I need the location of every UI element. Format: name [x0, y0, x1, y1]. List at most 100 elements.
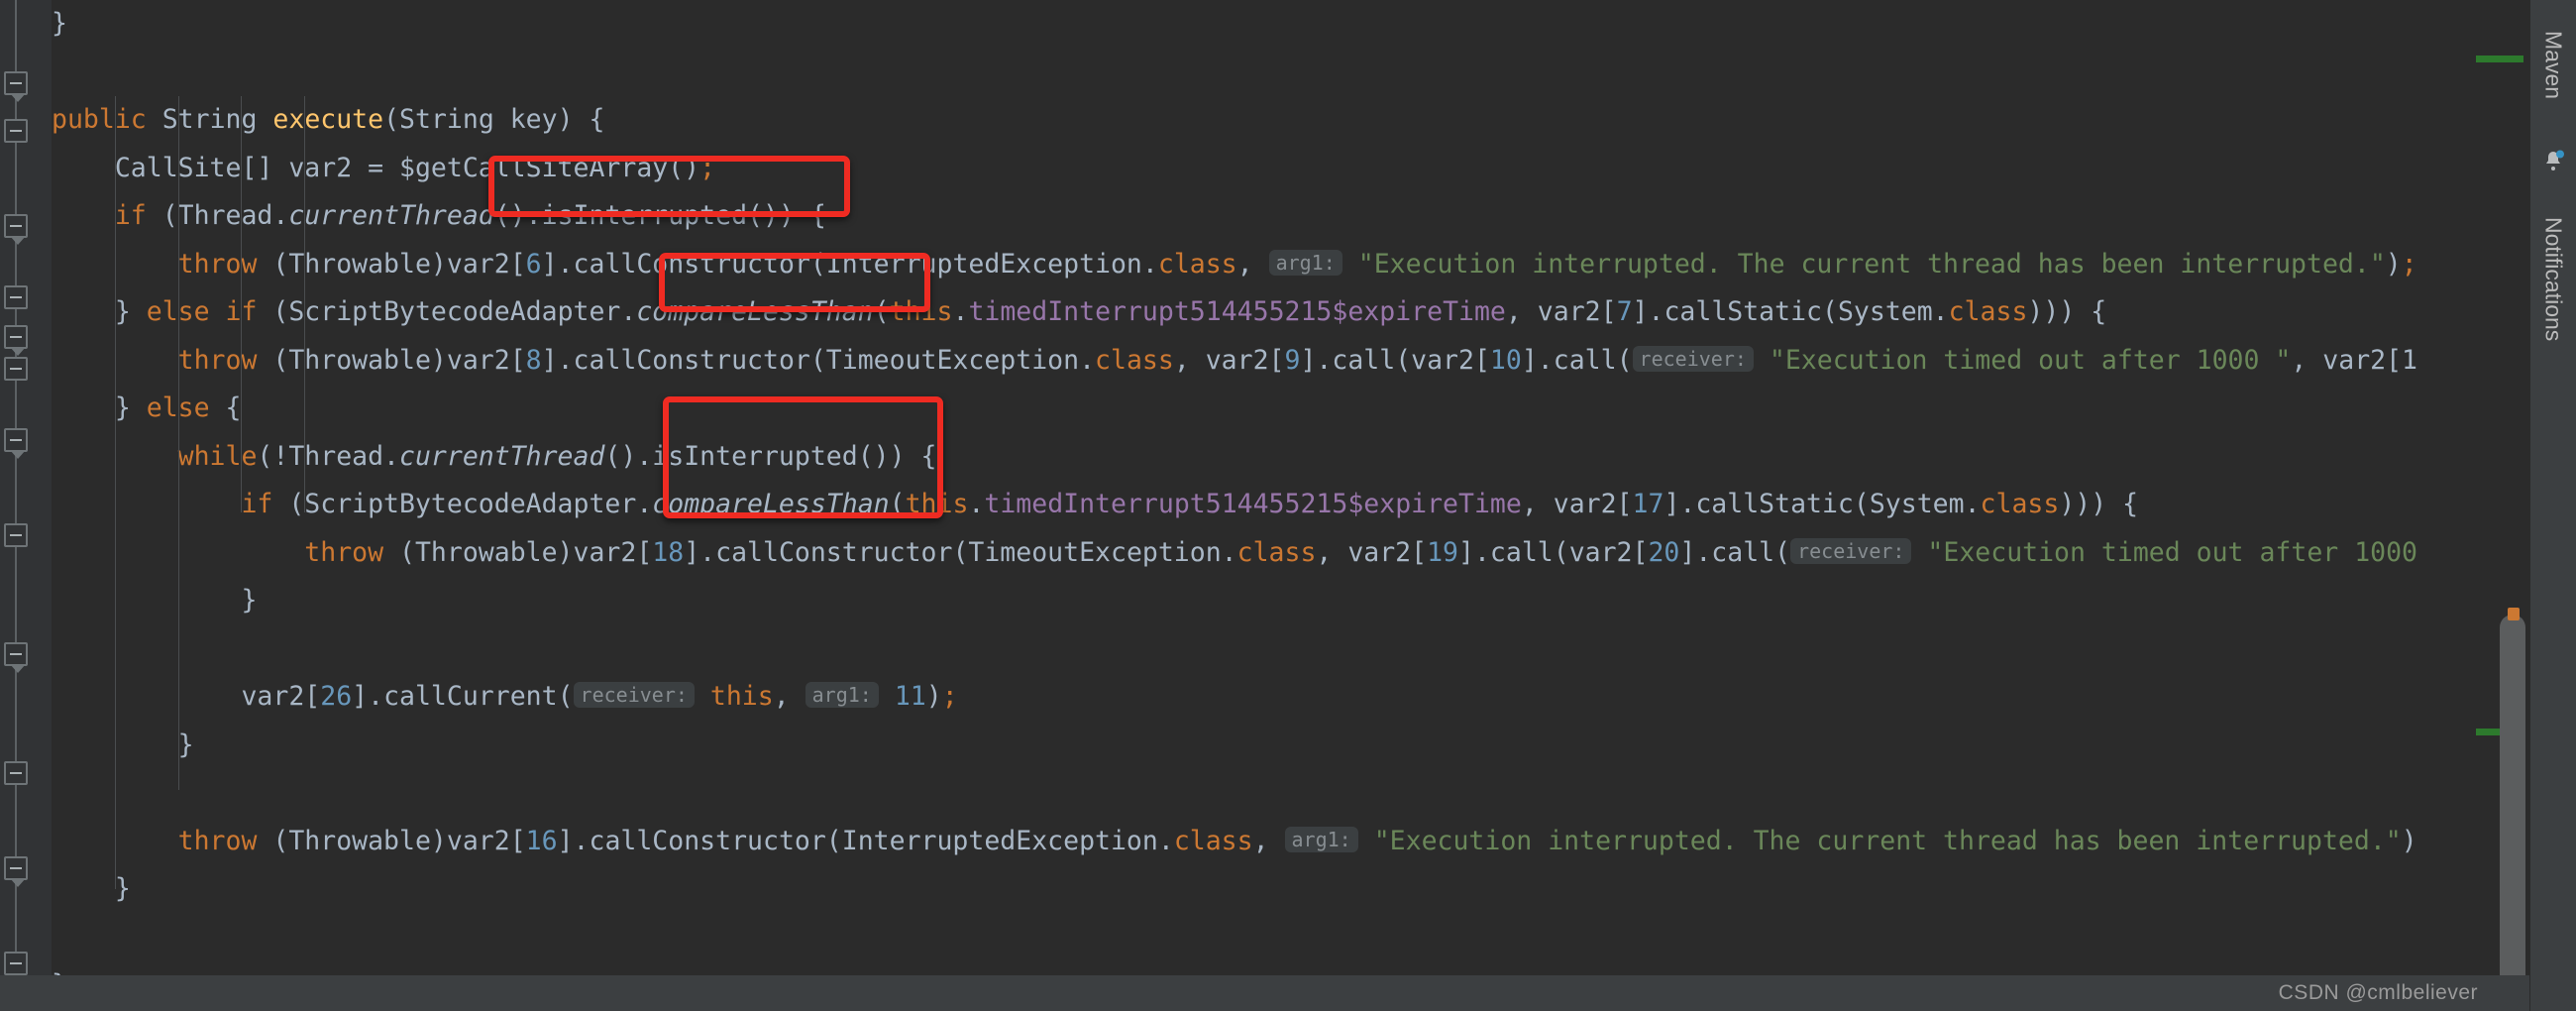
code-line[interactable]: throw (Throwable)var2[18].callConstructo… — [52, 529, 2529, 578]
code-line[interactable]: throw (Throwable)var2[8].callConstructor… — [52, 337, 2529, 386]
tool-tab-maven[interactable]: Maven — [2530, 8, 2576, 123]
code-line[interactable]: } else { — [52, 385, 2529, 433]
code-token: , — [1236, 248, 1269, 280]
code-token: throw — [177, 248, 258, 280]
code-token: ].callConstructor(InterruptedException. — [541, 248, 1158, 280]
code-token: class — [1173, 825, 1253, 856]
fold-marker[interactable] — [4, 119, 28, 143]
code-line[interactable]: while(!Thread.currentThread().isInterrup… — [52, 433, 2529, 482]
code-token: while — [177, 440, 258, 472]
code-token: (String key) { — [383, 104, 605, 135]
code-token: ; — [2401, 248, 2417, 280]
tool-tab-notifications-label: Notifications — [2540, 217, 2567, 342]
code-line[interactable]: } else if (ScriptBytecodeAdapter.compare… — [52, 288, 2529, 337]
code-content[interactable]: } public String execute(String key) { Cal… — [52, 0, 2529, 1011]
code-line[interactable]: CallSite[] var2 = $getCallSiteArray(); — [52, 145, 2529, 193]
code-token: ) — [925, 681, 942, 712]
code-line[interactable]: throw (Throwable)var2[6].callConstructor… — [52, 241, 2529, 289]
code-token: 26 — [320, 681, 353, 712]
code-token: if — [241, 489, 273, 519]
code-token: (Throwable)var2[ — [383, 536, 653, 568]
code-token: ].callConstructor(InterruptedException. — [557, 825, 1174, 856]
code-token: 17 — [1632, 489, 1664, 519]
code-token: ( — [889, 489, 906, 519]
stripe-mark[interactable] — [2476, 56, 2523, 62]
indent-guide — [241, 96, 243, 512]
fold-marker[interactable] — [4, 285, 28, 309]
fold-marker[interactable] — [4, 214, 28, 245]
code-token: CallSite[] var2 = $getCallSiteArray() — [114, 152, 700, 183]
fold-marker[interactable] — [4, 428, 28, 459]
fold-marker[interactable] — [4, 856, 28, 887]
code-token: , — [1252, 825, 1285, 856]
indent-guide — [114, 96, 116, 889]
ide-window: } public String execute(String key) { Cal… — [0, 0, 2576, 1011]
indent-guide — [304, 96, 306, 512]
vertical-scrollbar-thumb[interactable] — [2500, 615, 2525, 1011]
editor-gutter[interactable] — [0, 0, 52, 1011]
param-hint-chip: arg1: — [805, 682, 879, 708]
code-token: timedInterrupt514455215$expireTime — [968, 296, 1506, 327]
code-line[interactable] — [52, 914, 2529, 962]
code-line[interactable]: if (Thread.currentThread().isInterrupted… — [52, 192, 2529, 241]
editor-area[interactable]: } public String execute(String key) { Cal… — [0, 0, 2529, 1011]
code-token: throw — [304, 536, 384, 568]
status-bar — [0, 975, 2529, 1011]
code-token: } — [114, 873, 131, 904]
right-tool-window-bar[interactable]: Maven Notifications — [2529, 0, 2576, 1011]
code-token: (ScriptBytecodeAdapter. — [257, 296, 637, 327]
code-token: . — [952, 296, 969, 327]
code-line[interactable] — [52, 625, 2529, 674]
code-token: ].callStatic(System. — [1632, 296, 1949, 327]
code-line[interactable]: if (ScriptBytecodeAdapter.compareLessTha… — [52, 481, 2529, 529]
code-token: 20 — [1648, 536, 1680, 568]
code-token: ].callStatic(System. — [1664, 489, 1981, 519]
code-line[interactable]: var2[26].callCurrent(receiver: this, arg… — [52, 673, 2529, 722]
tool-tab-notifications[interactable]: Notifications — [2530, 180, 2576, 379]
code-line[interactable]: } — [52, 865, 2529, 914]
code-token: compareLessThan — [652, 489, 890, 519]
code-line[interactable] — [52, 49, 2529, 97]
code-token: 18 — [652, 536, 685, 568]
code-line[interactable]: } — [52, 722, 2529, 770]
fold-marker[interactable] — [4, 761, 28, 785]
fold-marker[interactable] — [4, 642, 28, 673]
code-token: class — [1236, 536, 1317, 568]
code-token: } — [114, 296, 147, 327]
code-token: ))) { — [2059, 489, 2139, 519]
code-token: ) — [2401, 825, 2417, 856]
error-stripe[interactable] — [2476, 0, 2529, 1011]
code-token: ( — [873, 296, 890, 327]
code-token: 8 — [525, 344, 542, 376]
fold-marker[interactable] — [4, 952, 28, 975]
code-line[interactable]: throw (Throwable)var2[16].callConstructo… — [52, 818, 2529, 866]
param-hint-chip: receiver: — [1790, 537, 1912, 564]
code-token: ; — [699, 152, 716, 183]
code-token: this — [889, 296, 953, 327]
fold-marker[interactable] — [4, 71, 28, 102]
fold-marker[interactable] — [4, 523, 28, 547]
code-line[interactable]: public String execute(String key) { — [52, 96, 2529, 145]
code-token: 9 — [1284, 344, 1301, 376]
code-token: ().isInterrupted()) { — [604, 440, 937, 472]
param-hint-chip: arg1: — [1284, 826, 1358, 852]
code-line[interactable]: } — [52, 0, 2529, 49]
code-token: execute — [272, 104, 384, 135]
watermark-label: CSDN @cmlbeliever — [2278, 981, 2478, 1004]
code-token: ].call( — [1521, 344, 1633, 376]
code-line[interactable]: } — [52, 577, 2529, 625]
fold-marker[interactable] — [4, 325, 28, 356]
fold-marker[interactable] — [4, 357, 28, 381]
code-token: public — [52, 104, 147, 135]
code-token: (Throwable)var2[ — [257, 248, 526, 280]
code-line[interactable] — [52, 769, 2529, 818]
